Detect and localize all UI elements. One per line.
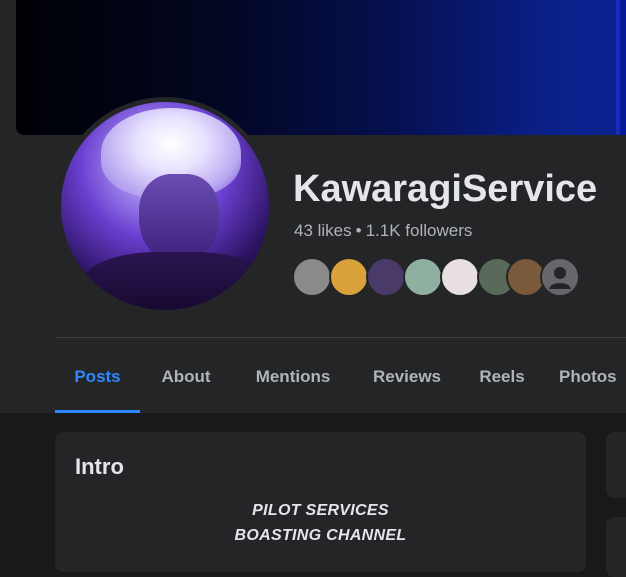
intro-title: Intro xyxy=(75,454,124,479)
page-title: KawaragiService xyxy=(293,168,598,210)
friend-avatar-4[interactable] xyxy=(403,257,443,297)
profile-picture[interactable] xyxy=(56,97,274,315)
side-panel-card xyxy=(606,517,626,577)
default-user-icon xyxy=(549,267,571,289)
tab-photos[interactable]: Photos xyxy=(559,340,626,413)
friend-avatar-1[interactable] xyxy=(292,257,332,297)
likes-count[interactable]: 43 likes xyxy=(294,221,352,240)
stats-separator: • xyxy=(355,221,362,240)
tab-reviews[interactable]: Reviews xyxy=(366,340,448,413)
page-stats: 43 likes • 1.1K followers xyxy=(294,221,472,241)
profile-avatar-image xyxy=(61,102,269,310)
followers-count[interactable]: 1.1K followers xyxy=(366,221,473,240)
tab-reels[interactable]: Reels xyxy=(475,340,529,413)
side-panel-card xyxy=(606,432,626,498)
cover-graphic-arc xyxy=(586,0,626,128)
intro-bio-line: PILOT SERVICES xyxy=(252,502,389,519)
intro-card: Intro PILOT SERVICES BOASTING CHANNEL xyxy=(55,432,586,572)
header-divider xyxy=(55,337,626,338)
avatar-coat xyxy=(81,252,269,310)
friend-avatar-2[interactable] xyxy=(329,257,369,297)
tab-about[interactable]: About xyxy=(153,340,219,413)
intro-bio-line: BOASTING CHANNEL xyxy=(234,527,407,544)
profile-tabs: Posts About Mentions Reviews Reels Photo… xyxy=(55,340,626,413)
friend-avatar-3[interactable] xyxy=(366,257,406,297)
avatar-face xyxy=(139,174,219,264)
friend-avatar-default[interactable] xyxy=(540,257,580,297)
tab-posts[interactable]: Posts xyxy=(55,340,140,413)
tab-mentions[interactable]: Mentions xyxy=(245,340,341,413)
friend-avatar-5[interactable] xyxy=(440,257,480,297)
